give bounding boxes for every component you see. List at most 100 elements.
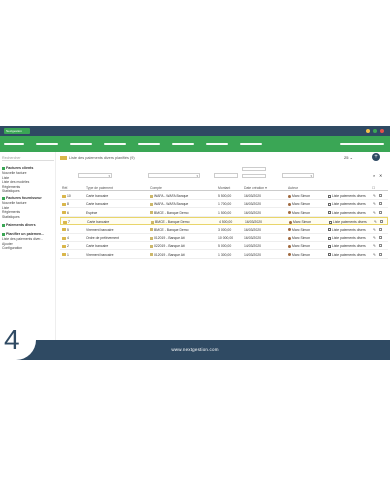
minimize-icon[interactable]	[366, 129, 370, 133]
filter-type-select[interactable]: ▾	[78, 173, 112, 178]
nav-item-6[interactable]	[172, 143, 194, 145]
row-checkbox[interactable]	[379, 227, 382, 231]
table-row[interactable]: 6 Espèce BMCE - Banque Demo 1 500,00 16/03/2…	[60, 209, 388, 217]
edit-icon[interactable]: ✎	[374, 220, 377, 224]
row-list-link[interactable]: Liste paiements divers	[328, 202, 366, 206]
row-account[interactable]: BMCE - Banque Demo	[150, 228, 189, 232]
nav-item-9[interactable]	[340, 143, 384, 145]
row-account[interactable]: BMCE - Banque Demo	[151, 220, 190, 224]
select-all-checkbox[interactable]: ☐	[372, 186, 375, 190]
clear-filter-icon[interactable]: ✕	[379, 173, 382, 178]
row-author[interactable]: Marc Simon	[288, 228, 310, 232]
filter-date-to[interactable]	[242, 174, 266, 178]
sidebar-item[interactable]: Configuration	[2, 246, 22, 250]
edit-icon[interactable]: ✎	[373, 253, 376, 257]
row-checkbox[interactable]	[380, 220, 383, 224]
col-type[interactable]: Type de paiement	[86, 186, 113, 190]
row-author[interactable]: Marc Simon	[288, 211, 310, 215]
row-checkbox[interactable]	[379, 244, 382, 248]
table-row[interactable]: 5 Virement bancaire BMCE - Banque Demo 3 00…	[60, 226, 388, 234]
sidebar-item[interactable]: Liste des modèles	[2, 180, 29, 184]
edit-icon[interactable]: ✎	[373, 211, 376, 215]
filter-author-select[interactable]: ▾	[282, 173, 314, 178]
sidebar-section-customer-invoices[interactable]: Factures clients	[2, 166, 33, 170]
table-row[interactable]: 4 Ordre de prélèvement 012019 - Banque Ati…	[60, 234, 388, 242]
sidebar-item[interactable]: Statistiques	[2, 215, 20, 219]
row-account[interactable]: 012019 - Banque Ati	[150, 253, 185, 257]
edit-icon[interactable]: ✎	[373, 236, 376, 240]
row-account[interactable]: 022019 - Banque Ati	[150, 244, 185, 248]
nav-item-8[interactable]	[240, 143, 262, 145]
row-author[interactable]: Marc Simon	[289, 220, 311, 224]
row-ref[interactable]: 10	[62, 194, 71, 198]
nav-item-3[interactable]	[70, 143, 92, 145]
sidebar-section-supplier-invoices[interactable]: Factures fournisseur	[2, 196, 42, 200]
row-ref[interactable]: 5	[62, 228, 69, 232]
row-checkbox[interactable]	[379, 236, 382, 239]
row-list-link[interactable]: Liste paiements divers	[328, 253, 366, 257]
sidebar-search-input[interactable]: Rechercher	[2, 155, 54, 161]
sidebar-item[interactable]: Liste des paiements diver...	[2, 237, 43, 241]
row-list-link[interactable]: Liste paiements divers	[328, 244, 366, 248]
add-button[interactable]: +	[372, 153, 380, 161]
row-checkbox[interactable]	[379, 194, 382, 197]
row-list-link[interactable]: Liste paiements divers	[328, 211, 366, 215]
sidebar-item[interactable]: Statistiques	[2, 189, 20, 193]
maximize-icon[interactable]	[373, 129, 377, 133]
row-author[interactable]: Marc Simon	[288, 236, 310, 240]
per-page-select[interactable]: 25 ⌄	[344, 155, 353, 160]
row-list-link[interactable]: Liste paiements divers	[328, 194, 366, 198]
row-checkbox[interactable]	[379, 252, 382, 256]
row-list-link[interactable]: Liste paiements divers	[328, 228, 366, 232]
sidebar-item[interactable]: Liste	[2, 206, 9, 210]
edit-icon[interactable]: ✎	[373, 194, 376, 198]
row-ref[interactable]: 7	[63, 220, 70, 224]
row-account[interactable]: 012019 - Banque Ati	[150, 236, 185, 240]
edit-icon[interactable]: ✎	[373, 228, 376, 232]
row-ref[interactable]: 1	[62, 253, 69, 257]
filter-amount-input[interactable]	[214, 173, 238, 178]
row-list-link[interactable]: Liste paiements divers	[329, 220, 367, 224]
col-author[interactable]: Auteur	[288, 186, 298, 190]
nav-item-7[interactable]	[206, 143, 228, 145]
filter-account-select[interactable]: ▾	[148, 173, 200, 178]
row-ref[interactable]: 6	[62, 211, 69, 215]
nav-item-5[interactable]	[138, 143, 160, 145]
sidebar-section-misc-payments[interactable]: Paiements divers	[2, 223, 36, 227]
filter-date-from[interactable]	[242, 167, 266, 171]
row-checkbox[interactable]	[379, 202, 382, 206]
row-account[interactable]: BMCE - Banque Demo	[150, 211, 189, 215]
col-ref[interactable]: Réf.	[62, 186, 68, 190]
nav-item-4[interactable]	[104, 143, 126, 145]
row-list-link[interactable]: Liste paiements divers	[328, 236, 366, 240]
table-row[interactable]: 2 Carte bancaire 022019 - Banque Ati 5 000,…	[60, 242, 388, 251]
sidebar-section-schedule-payment[interactable]: Planifier un paiemen...	[2, 232, 44, 236]
row-ref[interactable]: 4	[62, 236, 69, 240]
sidebar-item[interactable]: Ajouter	[2, 242, 13, 246]
row-author[interactable]: Marc Simon	[288, 194, 310, 198]
search-icon[interactable]: ⌕	[373, 173, 375, 178]
nav-item-1[interactable]	[4, 143, 24, 145]
table-row[interactable]: 10 Carte bancaire WAFA - WAFA Banque 5 500,…	[60, 192, 388, 200]
sidebar-item[interactable]: Règlements	[2, 185, 20, 189]
row-author[interactable]: Marc Simon	[288, 253, 310, 257]
table-row[interactable]: 1 Virement bancaire 012019 - Banque Ati 1 3…	[60, 251, 388, 259]
row-account[interactable]: WAFA - WAFA Banque	[150, 202, 188, 206]
row-author[interactable]: Marc Simon	[288, 202, 310, 206]
nav-item-2[interactable]	[36, 143, 58, 145]
row-checkbox[interactable]	[379, 210, 382, 214]
row-author[interactable]: Marc Simon	[288, 244, 310, 248]
col-amount[interactable]: Montant	[218, 186, 230, 190]
col-account[interactable]: Compte	[150, 186, 162, 190]
sidebar-item[interactable]: Nouvelle facture	[2, 171, 27, 175]
table-row[interactable]: 7 Carte bancaire BMCE - Banque Demo 4 500,0…	[60, 217, 388, 226]
sidebar-item[interactable]: Liste	[2, 176, 9, 180]
close-icon[interactable]	[380, 129, 384, 133]
sidebar-item[interactable]: Nouvelle facture	[2, 201, 27, 205]
row-ref[interactable]: 8	[62, 202, 69, 206]
sidebar-item[interactable]: Règlements	[2, 210, 20, 214]
table-row[interactable]: 8 Carte bancaire WAFA - WAFA Banque 1 700,0…	[60, 200, 388, 209]
row-ref[interactable]: 2	[62, 244, 69, 248]
row-account[interactable]: WAFA - WAFA Banque	[150, 194, 188, 198]
col-date[interactable]: Date création ▾	[244, 186, 267, 190]
